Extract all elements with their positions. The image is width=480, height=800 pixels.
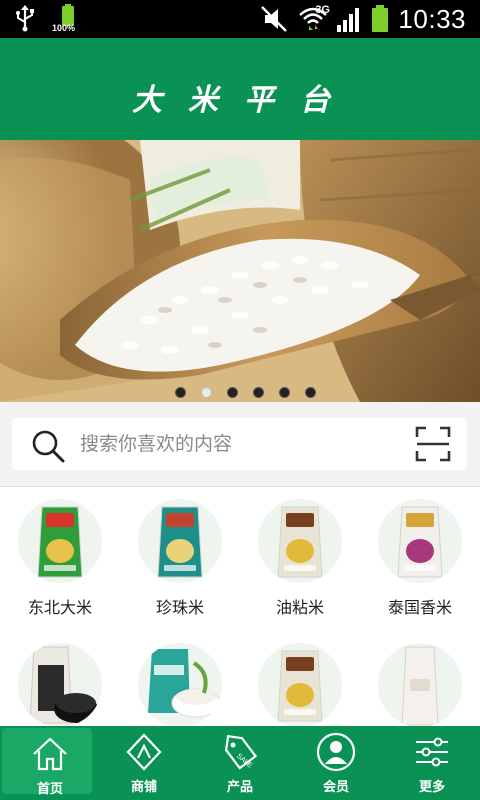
rice-scoop-image	[0, 140, 480, 402]
battery-full-icon	[372, 5, 389, 32]
banner-dot[interactable]	[253, 387, 264, 398]
status-bar: 100% 3G 10:33	[0, 0, 480, 38]
search-input[interactable]: 搜索你喜欢的内容	[12, 418, 467, 470]
search-placeholder: 搜索你喜欢的内容	[80, 433, 233, 455]
signal-icon	[337, 8, 360, 32]
nav-label: 更多	[418, 780, 445, 795]
usb-icon	[16, 5, 34, 32]
category-item[interactable]: 油粘米	[240, 487, 360, 637]
category-label: 泰国香米	[387, 598, 452, 617]
scan-icon[interactable]	[415, 426, 451, 462]
rice-bag-icon	[18, 499, 102, 583]
app-header: 大米平台	[0, 38, 480, 140]
rice-bag-icon	[258, 643, 342, 727]
nav-item[interactable]: 首页	[2, 728, 92, 797]
banner-dot[interactable]	[305, 387, 316, 398]
mute-icon	[261, 6, 288, 32]
nav-label: 商铺	[130, 780, 157, 795]
rice-bowl-icon	[138, 643, 222, 727]
banner-pagination	[0, 387, 480, 399]
page-title: 大米平台	[132, 83, 356, 118]
promo-banner[interactable]	[0, 140, 480, 402]
sliders-icon	[412, 732, 452, 772]
nav-item[interactable]: 会员	[288, 726, 384, 800]
category-grid: 东北大米 珍珠米 油粘米 泰国香米	[0, 486, 480, 727]
banner-dot[interactable]	[175, 387, 186, 398]
category-label: 东北大米	[27, 598, 92, 617]
rice-bag-icon	[258, 499, 342, 583]
nav-item[interactable]: 商铺	[96, 726, 192, 800]
banner-dot[interactable]	[227, 387, 238, 398]
battery-percent-label: 100%	[52, 23, 76, 33]
search-section: 搜索你喜欢的内容	[0, 402, 480, 486]
nav-label: 首页	[36, 782, 63, 797]
wifi-icon	[299, 7, 328, 30]
shop-icon	[124, 732, 164, 772]
nav-item[interactable]: SALE 产品	[192, 726, 288, 800]
battery-icon: 100%	[52, 4, 80, 34]
sale-tag-icon: SALE	[220, 732, 260, 772]
black-rice-icon	[18, 643, 102, 727]
category-label: 油粘米	[275, 598, 324, 617]
bottom-navigation: 首页 商铺 SALE 产品 会员 更多	[0, 726, 480, 800]
rice-bag-icon	[138, 499, 222, 583]
search-icon	[32, 430, 65, 463]
clock: 10:33	[398, 3, 466, 34]
category-item[interactable]: 泰国香米	[360, 487, 480, 637]
banner-dot[interactable]	[279, 387, 290, 398]
nav-item[interactable]: 更多	[384, 726, 480, 800]
nav-label: 产品	[226, 780, 253, 795]
category-item[interactable]: 珍珠米	[120, 487, 240, 637]
member-icon	[316, 732, 356, 772]
home-icon	[30, 734, 70, 774]
category-label: 珍珠米	[155, 598, 204, 617]
banner-dot[interactable]	[201, 387, 212, 398]
rice-bag-icon	[378, 499, 462, 583]
nav-label: 会员	[322, 780, 349, 795]
app-screen: 100% 3G 10:33 大米平台 搜索你喜欢的内容 东北大米 珍珠米 油粘米…	[0, 0, 480, 800]
paper-bag-icon	[378, 643, 462, 727]
category-item[interactable]: 东北大米	[0, 487, 120, 637]
